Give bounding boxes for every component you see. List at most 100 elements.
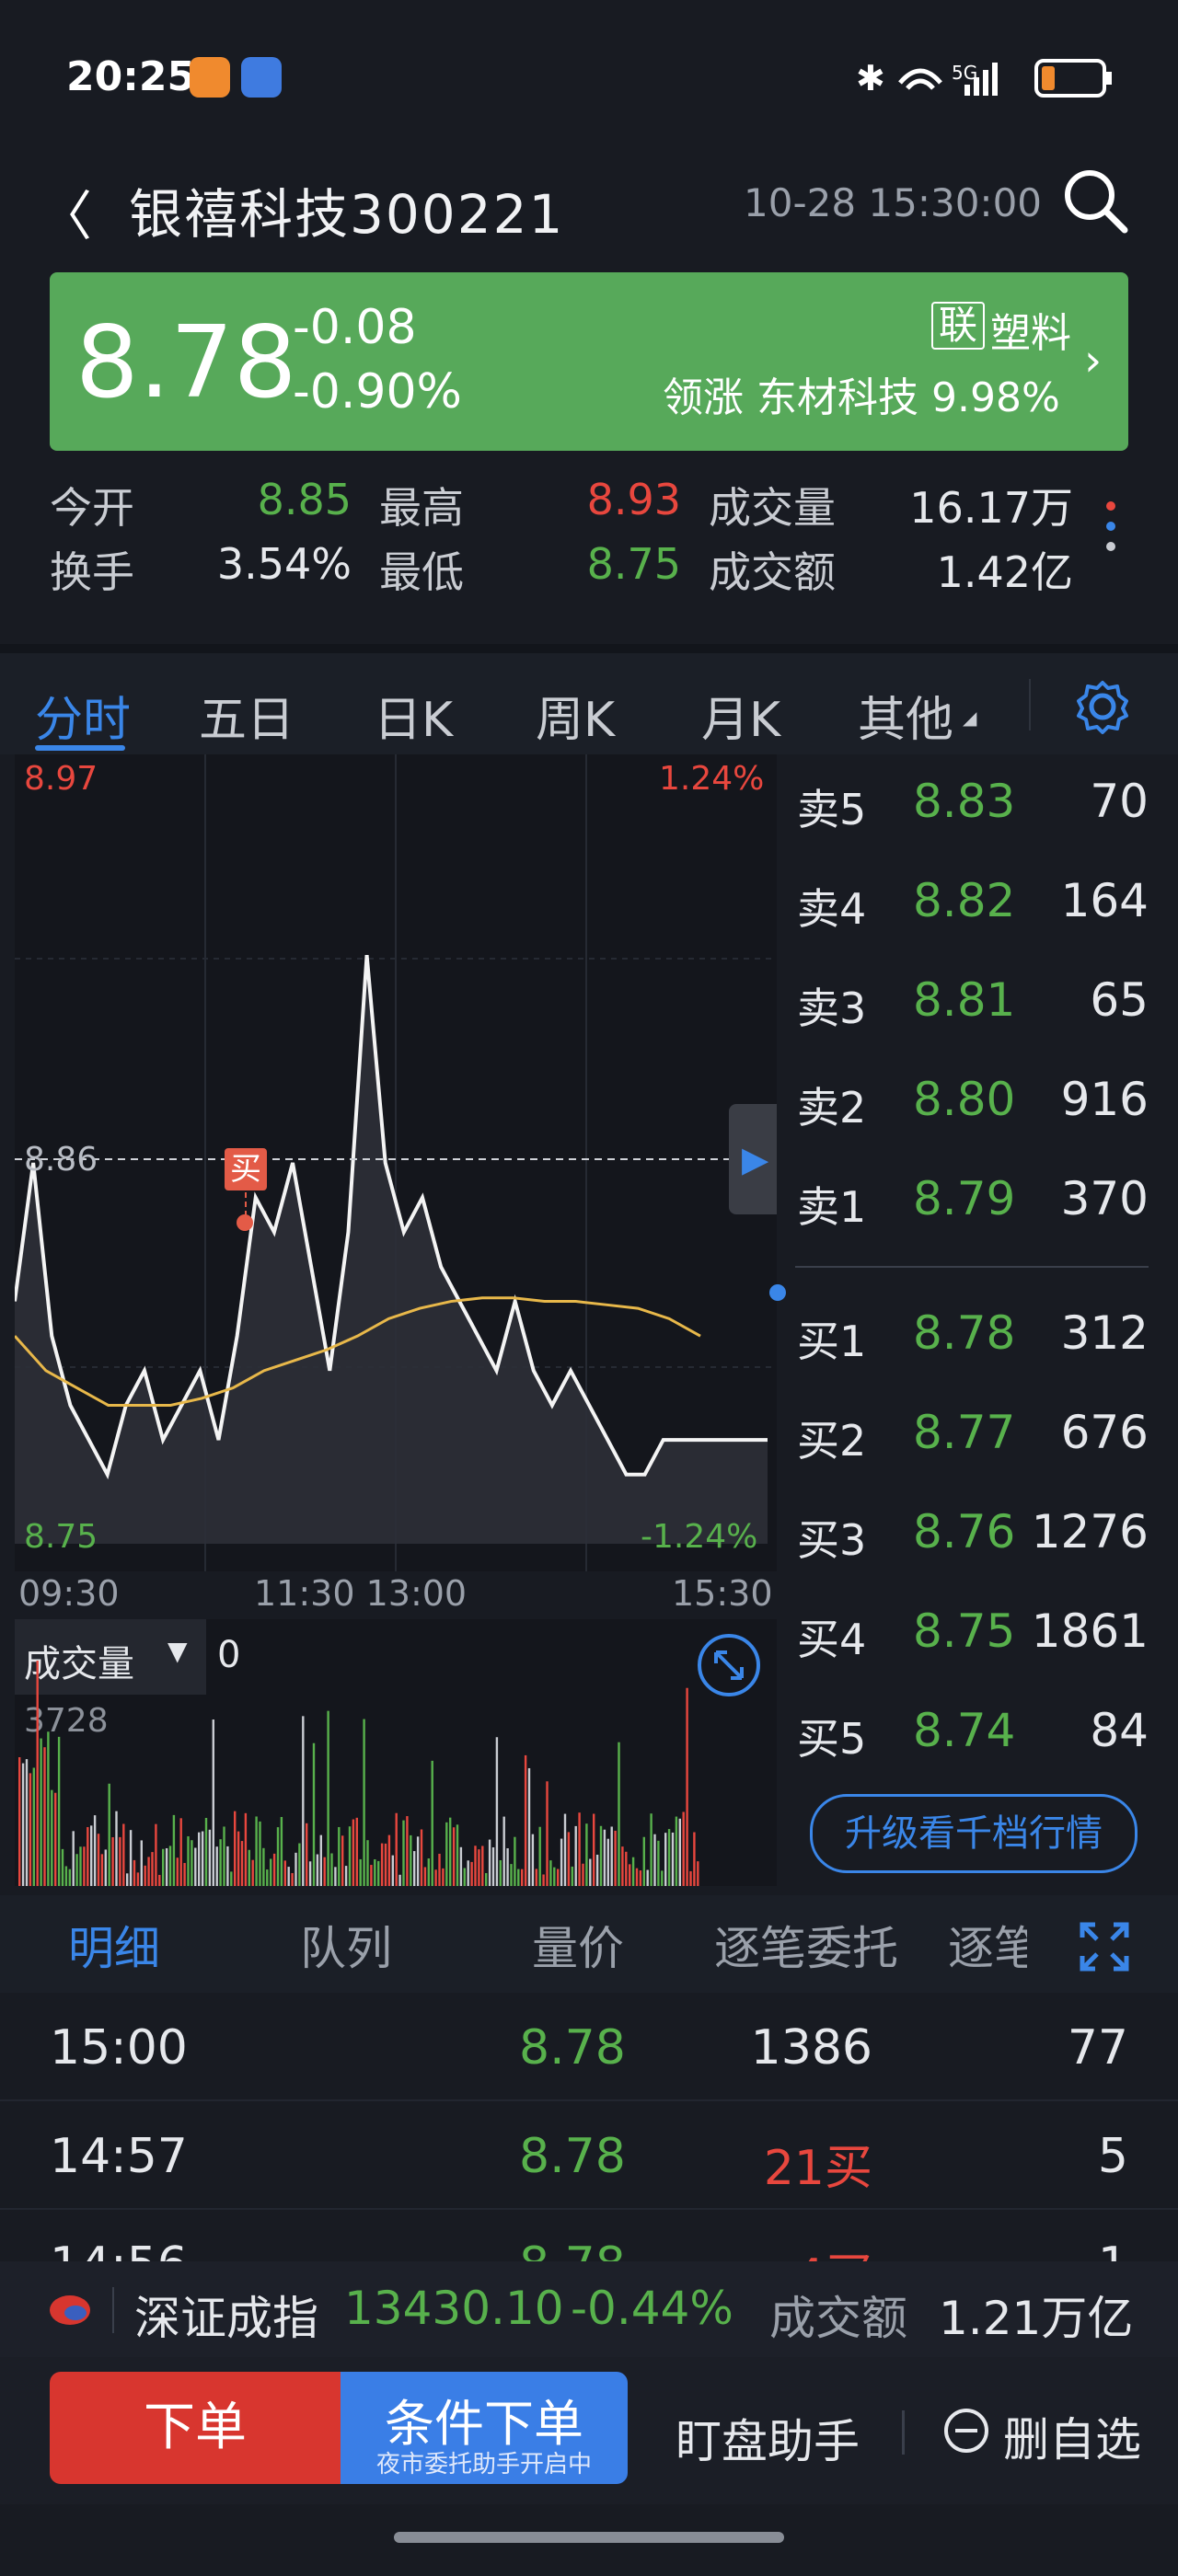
chevron-right-icon[interactable]: › [1084, 335, 1102, 386]
volume-bar [467, 1860, 469, 1886]
volume-bar [427, 1858, 430, 1886]
volume-bar [499, 1859, 502, 1886]
volume-label: 成交量 [709, 483, 836, 533]
intraday-chart[interactable]: 8.97 1.24% 8.86 8.75 -1.24% 买 ▶ [13, 754, 786, 1571]
volume-bar [93, 1815, 97, 1886]
volume-bar [593, 1813, 595, 1886]
volume-bar [646, 1869, 649, 1886]
price-change-pct: -0.90% [293, 364, 462, 420]
volume-bar [327, 1710, 329, 1886]
volume-bar [470, 1861, 473, 1886]
upgrade-depth-button[interactable]: 升级看千档行情 [810, 1794, 1138, 1873]
volume-bar [463, 1868, 466, 1886]
volume-bar [54, 1792, 57, 1886]
tab-volume-price[interactable]: 量价 [532, 1912, 624, 1978]
tab-tick-orders[interactable]: 逐笔委托 [714, 1912, 898, 1978]
conditional-order-sublabel: 夜市委托助手开启中 [375, 2451, 592, 2478]
order-book-row[interactable]: 卖2 8.80 916 [795, 1052, 1149, 1152]
trade-volume: 21买 [763, 2141, 872, 2196]
tab-weekly-k[interactable]: 周K [536, 681, 615, 750]
sector-name[interactable]: 塑料 [990, 300, 1071, 359]
level-volume: 312 [1060, 1306, 1149, 1360]
volume-bar [234, 1811, 237, 1886]
tab-five-day[interactable]: 五日 [199, 681, 294, 750]
level-label: 买1 [797, 1317, 867, 1366]
order-book-row[interactable]: 买2 8.77 676 [795, 1386, 1149, 1485]
order-book-row[interactable]: 买5 8.74 84 [795, 1684, 1149, 1783]
volume-bar [398, 1874, 401, 1886]
y-max-pct-label: 1.24% [659, 760, 765, 798]
index-name: 深证成指 [134, 2292, 318, 2345]
volume-bar [111, 1836, 114, 1886]
tab-tick-trades[interactable]: 逐笔 [948, 1912, 1027, 1978]
search-icon[interactable] [1060, 166, 1130, 236]
order-book-row[interactable]: 买1 8.78 312 [795, 1286, 1149, 1386]
volume-bar [374, 1859, 376, 1886]
x-label-open: 09:30 [18, 1573, 120, 1614]
volume-bar [75, 1854, 78, 1886]
dropdown-triangle-icon: ◢ [963, 707, 977, 729]
volume-bar [280, 1816, 283, 1886]
index-amount: 1.21万亿 [939, 2292, 1134, 2345]
order-book-row[interactable]: 买3 8.76 1276 [795, 1485, 1149, 1584]
volume-bar [693, 1832, 696, 1886]
volume-bar [697, 1861, 699, 1886]
volume-bar [456, 1824, 459, 1886]
volume-bar [366, 1840, 369, 1886]
volume-bar [506, 1848, 509, 1886]
volume-bar [158, 1874, 161, 1886]
order-book-row[interactable]: 卖5 8.83 70 [795, 754, 1149, 854]
volume-bar [478, 1849, 480, 1886]
tab-monthly-k[interactable]: 月K [701, 681, 780, 750]
volume-bar [255, 1816, 258, 1886]
expand-icon[interactable] [1077, 1919, 1132, 1974]
amount-label: 成交额 [709, 547, 836, 597]
tab-trade-detail[interactable]: 明细 [68, 1912, 160, 1978]
place-order-button[interactable]: 下单 [50, 2372, 341, 2484]
more-dots-icon[interactable] [1097, 493, 1125, 567]
volume-bar [283, 1860, 286, 1886]
trade-volume: 4买 [718, 2237, 872, 2261]
volume-bar [57, 1736, 61, 1886]
level-volume: 676 [1060, 1406, 1149, 1459]
buy-marker[interactable]: 买 [225, 1148, 267, 1190]
volume-bar [191, 1840, 193, 1886]
tab-daily-k[interactable]: 日K [374, 681, 453, 750]
back-icon[interactable]: 〈 [39, 173, 92, 250]
settings-gear-icon[interactable] [1073, 677, 1132, 736]
market-index-bar[interactable]: 深证成指 13430.10 -0.44% 成交额 1.21万亿 [0, 2261, 1178, 2357]
volume-bar [97, 1834, 100, 1886]
tab-intraday[interactable]: 分时 [35, 681, 131, 750]
app-badge-icon-2 [241, 57, 282, 98]
volume-bar [661, 1870, 664, 1886]
level-label: 卖1 [797, 1182, 867, 1232]
trade-row: 14:56 8.78 4买 1 [0, 2210, 1178, 2261]
volume-bar [18, 1757, 21, 1886]
volume-bar [155, 1823, 157, 1886]
order-book-row[interactable]: 卖3 8.81 65 [795, 953, 1149, 1052]
conditional-order-button[interactable]: 条件下单 夜市委托助手开启中 [341, 2372, 628, 2484]
volume-bar [445, 1822, 448, 1886]
volume-bar [406, 1816, 409, 1886]
order-book-row[interactable]: 买4 8.75 1861 [795, 1584, 1149, 1684]
tab-queue[interactable]: 队列 [300, 1912, 392, 1978]
volume-bar [514, 1836, 516, 1886]
volume-bar [625, 1851, 628, 1886]
home-indicator[interactable] [394, 2532, 784, 2543]
tab-other[interactable]: 其他 [858, 681, 953, 750]
level-volume: 65 [1090, 973, 1149, 1027]
volume-bar [151, 1852, 154, 1886]
minus-circle-icon[interactable] [942, 2407, 990, 2455]
y-min-pct-label: -1.24% [641, 1518, 758, 1556]
price-banner[interactable]: 8.78 -0.08 -0.90% 联 塑料 领涨 东材科技 9.98% › [50, 272, 1128, 451]
remove-watchlist-button[interactable]: 删自选 [1003, 2403, 1141, 2469]
order-book-row[interactable]: 卖4 8.82 164 [795, 854, 1149, 953]
level-label: 卖3 [797, 983, 867, 1033]
expand-panel-handle[interactable]: ▶ [729, 1104, 777, 1214]
volume-bar [165, 1847, 168, 1886]
trade-row: 14:57 8.78 21买 5 [0, 2101, 1178, 2210]
order-book-row[interactable]: 卖1 8.79 370 [795, 1152, 1149, 1251]
monitor-assistant-button[interactable]: 盯盘助手 [676, 2405, 860, 2471]
volume-bar [474, 1846, 477, 1886]
volume-chart[interactable]: 成交量 ▼ 0 3728 [15, 1619, 777, 1886]
